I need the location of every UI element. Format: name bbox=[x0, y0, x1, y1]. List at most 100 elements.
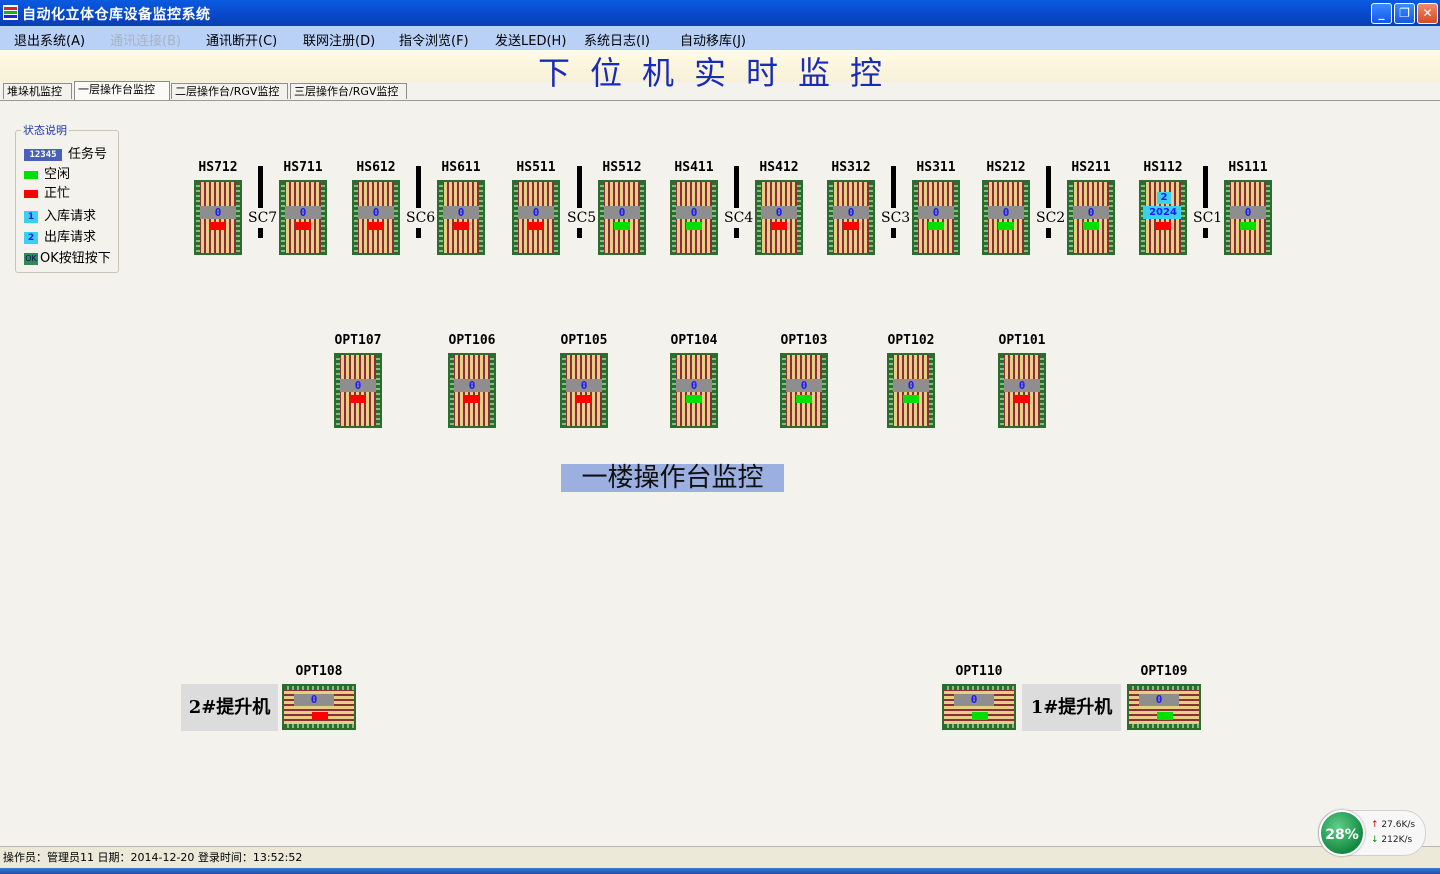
conveyor-rack[interactable]: 0 bbox=[670, 180, 718, 255]
title-bar: 自动化立体仓库设备监控系统 _ ❐ ✕ bbox=[0, 0, 1440, 26]
task-number: 0 bbox=[299, 206, 307, 219]
close-button[interactable]: ✕ bbox=[1417, 3, 1438, 24]
station-label: HS511 bbox=[516, 160, 556, 175]
tab-floor1[interactable]: 一层操作台监控 bbox=[74, 81, 170, 100]
conveyor-rack[interactable]: 0 bbox=[194, 180, 242, 255]
station-label: HS411 bbox=[674, 160, 714, 175]
menu-connect[interactable]: 通讯连接(B) bbox=[110, 30, 181, 49]
busy-indicator bbox=[368, 222, 384, 230]
conveyor-rack[interactable]: 2024 2 bbox=[1139, 180, 1187, 255]
legend-item: OK OK按钮按下 bbox=[24, 247, 111, 266]
task-number: 0 bbox=[907, 379, 915, 392]
menu-log[interactable]: 系统日志(I) bbox=[584, 30, 650, 49]
meter-percent: 28% bbox=[1319, 810, 1365, 856]
legend-title: 状态说明 bbox=[21, 122, 69, 138]
idle-indicator bbox=[1240, 222, 1256, 230]
station-label: HS211 bbox=[1071, 160, 1111, 175]
conveyor-rack[interactable]: 0 bbox=[437, 180, 485, 255]
status-bar: 操作员：管理员11 日期：2014-12-20 登录时间：13:52:52 bbox=[0, 846, 1440, 868]
task-number: 0 bbox=[618, 206, 626, 219]
menu-register[interactable]: 联网注册(D) bbox=[303, 30, 375, 49]
conveyor-rack[interactable]: 0 bbox=[755, 180, 803, 255]
station-label: OPT104 bbox=[670, 333, 718, 348]
legend-label: 任务号 bbox=[68, 147, 108, 162]
busy-indicator bbox=[1014, 395, 1030, 403]
busy-indicator bbox=[528, 222, 544, 230]
opt110-rack[interactable]: 0 bbox=[942, 684, 1016, 730]
opt109-label: OPT109 bbox=[1140, 664, 1188, 679]
conveyor-rack[interactable]: 0 bbox=[352, 180, 400, 255]
app-icon bbox=[3, 5, 18, 20]
task-number: 0 bbox=[1002, 206, 1010, 219]
legend-label: 出库请求 bbox=[44, 230, 97, 245]
conveyor-rack[interactable]: 0 bbox=[670, 353, 718, 428]
station-label: OPT101 bbox=[998, 333, 1046, 348]
conveyor-rack[interactable]: 0 bbox=[912, 180, 960, 255]
minimize-button[interactable]: _ bbox=[1371, 3, 1392, 24]
tab-stacker[interactable]: 堆垛机监控 bbox=[3, 83, 72, 99]
busy-indicator bbox=[210, 222, 226, 230]
tab-bar: 堆垛机监控 一层操作台监控 二层操作台/RGV监控 三层操作台/RGV监控 bbox=[0, 81, 1440, 100]
conveyor-rack[interactable]: 0 bbox=[1067, 180, 1115, 255]
idle-indicator bbox=[928, 222, 944, 230]
idle-indicator bbox=[796, 395, 812, 403]
menu-bar: 退出系统(A) 通讯连接(B) 通讯断开(C) 联网注册(D) 指令浏览(F) … bbox=[0, 26, 1440, 50]
stacker-label: SC6 bbox=[406, 208, 436, 228]
conveyor-rack[interactable]: 0 bbox=[1224, 180, 1272, 255]
taskbar-strip bbox=[0, 868, 1440, 874]
station-label: OPT103 bbox=[780, 333, 828, 348]
conveyor-rack[interactable]: 0 bbox=[982, 180, 1030, 255]
conveyor-rack[interactable]: 0 bbox=[827, 180, 875, 255]
conveyor-rack[interactable]: 0 bbox=[512, 180, 560, 255]
down-arrow-icon: ↓ bbox=[1371, 835, 1379, 845]
station-label: HS212 bbox=[986, 160, 1026, 175]
conveyor-rack[interactable]: 0 bbox=[448, 353, 496, 428]
conveyor-rack[interactable]: 0 bbox=[598, 180, 646, 255]
legend-item: 正忙 bbox=[24, 182, 70, 201]
station-label: HS612 bbox=[356, 160, 396, 175]
idle-indicator bbox=[903, 395, 919, 403]
conveyor-rack[interactable]: 0 bbox=[998, 353, 1046, 428]
task-number: 0 bbox=[372, 206, 380, 219]
station-label: HS711 bbox=[283, 160, 323, 175]
opt110-label: OPT110 bbox=[955, 664, 1003, 679]
menu-send-led[interactable]: 发送LED(H) bbox=[495, 30, 566, 49]
idle-indicator bbox=[1083, 222, 1099, 230]
menu-commands[interactable]: 指令浏览(F) bbox=[399, 30, 469, 49]
conveyor-rack[interactable]: 0 bbox=[887, 353, 935, 428]
idle-indicator bbox=[998, 222, 1014, 230]
conveyor-rack[interactable]: 0 bbox=[560, 353, 608, 428]
network-meter[interactable]: 28% ↑ 27.6K/s ↓ 212K/s bbox=[1318, 810, 1426, 856]
station-label: HS412 bbox=[759, 160, 799, 175]
busy-indicator bbox=[295, 222, 311, 230]
window-title: 自动化立体仓库设备监控系统 bbox=[22, 7, 211, 23]
legend-label: OK按钮按下 bbox=[40, 251, 111, 266]
stacker-label: SC1 bbox=[1193, 208, 1223, 228]
tab-floor3[interactable]: 三层操作台/RGV监控 bbox=[290, 83, 407, 99]
task-number: 0 bbox=[354, 379, 362, 392]
status-block bbox=[972, 712, 988, 720]
opt108-label: OPT108 bbox=[295, 664, 343, 679]
menu-exit[interactable]: 退出系统(A) bbox=[14, 30, 85, 49]
task-number: 0 bbox=[1155, 693, 1163, 706]
busy-indicator bbox=[576, 395, 592, 403]
busy-indicator bbox=[771, 222, 787, 230]
stacker-label: SC3 bbox=[881, 208, 911, 228]
task-number: 0 bbox=[932, 206, 940, 219]
opt108-rack[interactable]: 0 bbox=[282, 684, 356, 730]
task-number: 0 bbox=[1244, 206, 1252, 219]
tab-floor2[interactable]: 二层操作台/RGV监控 bbox=[171, 83, 288, 99]
legend-label: 空闲 bbox=[44, 167, 71, 182]
conveyor-rack[interactable]: 0 bbox=[279, 180, 327, 255]
task-number: 0 bbox=[690, 379, 698, 392]
menu-auto-move[interactable]: 自动移库(J) bbox=[680, 30, 746, 49]
restore-button[interactable]: ❐ bbox=[1394, 3, 1415, 24]
task-number: 0 bbox=[214, 206, 222, 219]
busy-indicator bbox=[453, 222, 469, 230]
opt109-rack[interactable]: 0 bbox=[1127, 684, 1201, 730]
menu-disconnect[interactable]: 通讯断开(C) bbox=[206, 30, 277, 49]
conveyor-rack[interactable]: 0 bbox=[334, 353, 382, 428]
task-number: 0 bbox=[775, 206, 783, 219]
conveyor-rack[interactable]: 0 bbox=[780, 353, 828, 428]
idle-indicator bbox=[686, 395, 702, 403]
